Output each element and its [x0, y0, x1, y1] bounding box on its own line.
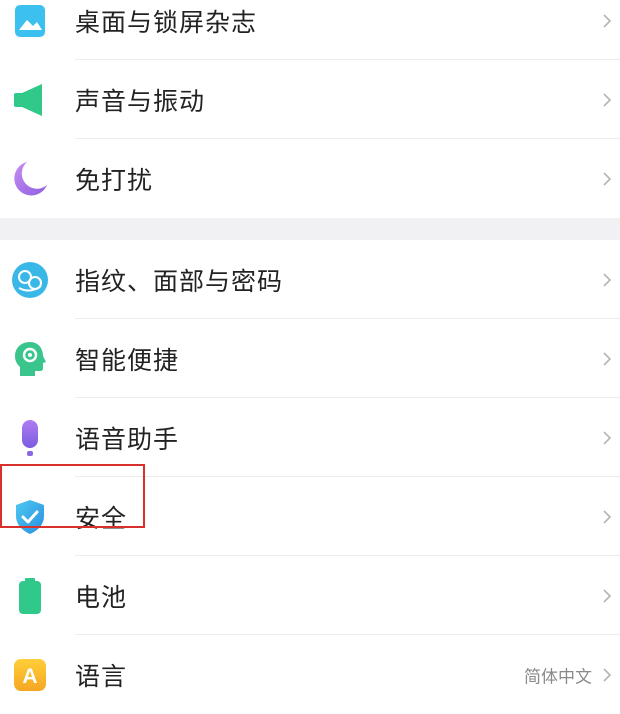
chevron-right-icon — [603, 430, 612, 445]
settings-group-display-sound: 桌面与锁屏杂志 声音与振动 免打扰 — [0, 0, 620, 218]
settings-item-label: 声音与振动 — [75, 86, 206, 116]
chevron-right-icon — [603, 509, 612, 524]
language-current-value: 简体中文 — [524, 667, 592, 687]
chevron-right-icon — [603, 272, 612, 287]
chevron-right-icon — [603, 171, 612, 186]
settings-item-do-not-disturb[interactable]: 免打扰 — [0, 139, 620, 218]
speaker-icon — [10, 80, 50, 120]
settings-item-label: 指纹、面部与密码 — [75, 266, 284, 296]
chevron-right-icon — [603, 351, 612, 366]
settings-item-voice-assistant[interactable]: 语音助手 — [0, 398, 620, 477]
chevron-right-icon — [603, 13, 612, 28]
chevron-right-icon — [603, 588, 612, 603]
settings-item-language[interactable]: A 语言 简体中文 — [0, 635, 620, 714]
language-icon: A — [10, 655, 50, 695]
chevron-right-icon — [603, 667, 612, 682]
settings-item-label: 语音助手 — [75, 424, 180, 454]
battery-icon — [10, 576, 50, 616]
settings-item-wallpaper-lockscreen[interactable]: 桌面与锁屏杂志 — [0, 0, 620, 60]
settings-item-security[interactable]: 安全 — [0, 477, 620, 556]
settings-item-label: 智能便捷 — [75, 345, 180, 375]
smart-head-icon — [10, 339, 50, 379]
shield-check-icon — [10, 497, 50, 537]
settings-item-sound-vibration[interactable]: 声音与振动 — [0, 60, 620, 139]
settings-item-label: 免打扰 — [75, 165, 154, 195]
chevron-right-icon — [603, 92, 612, 107]
settings-item-label: 语言 — [75, 661, 128, 691]
language-icon-glyph: A — [22, 665, 37, 688]
section-gap — [0, 218, 620, 240]
settings-item-label: 电池 — [75, 582, 128, 612]
microphone-icon — [10, 418, 50, 458]
moon-icon — [10, 159, 50, 199]
settings-item-label: 安全 — [75, 503, 128, 533]
settings-item-battery[interactable]: 电池 — [0, 556, 620, 635]
settings-group-security-system: 指纹、面部与密码 智能便捷 语音助手 安全 电池 A 语言 简体中文 — [0, 240, 620, 714]
settings-item-label: 桌面与锁屏杂志 — [75, 7, 258, 37]
settings-item-fingerprint-face-password[interactable]: 指纹、面部与密码 — [0, 240, 620, 319]
fingerprint-icon — [10, 260, 50, 300]
settings-item-smart-convenience[interactable]: 智能便捷 — [0, 319, 620, 398]
wallpaper-icon — [10, 1, 50, 41]
